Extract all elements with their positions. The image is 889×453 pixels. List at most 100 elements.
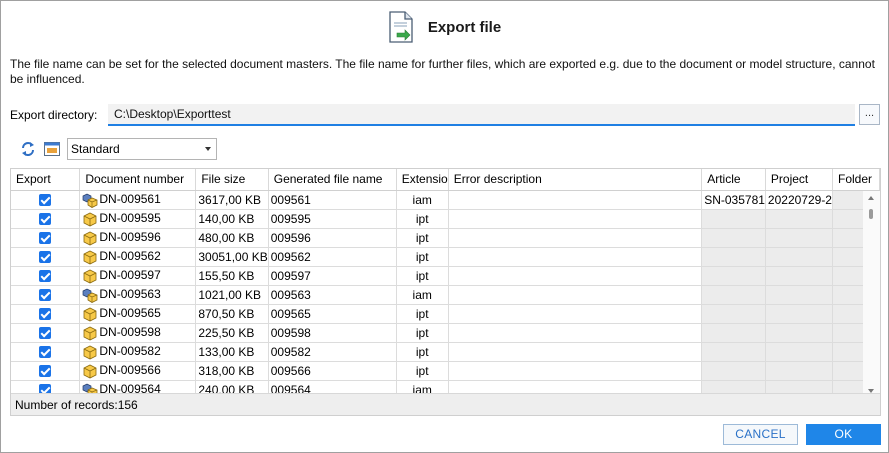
col-header-article[interactable]: Article (701, 169, 766, 191)
file-size-cell: 140,00 KB (195, 209, 269, 229)
extension-cell: ipt (396, 323, 449, 343)
table-row[interactable]: DN-009565 870,50 KB 009565 ipt (11, 304, 880, 324)
error-description-cell (448, 342, 703, 362)
col-header-extension[interactable]: Extensio (396, 169, 449, 191)
table-row[interactable]: DN-009596 480,00 KB 009596 ipt (11, 228, 880, 248)
part-icon (82, 268, 98, 284)
scroll-up-icon[interactable] (868, 196, 874, 200)
table-row[interactable]: DN-009562 30051,00 KB 009562 ipt (11, 247, 880, 267)
view-dropdown[interactable]: Standard (67, 138, 217, 160)
generated-file-name-cell[interactable]: 009597 (268, 266, 397, 286)
dialog-title: Export file (427, 18, 502, 36)
generated-file-name-cell[interactable]: 009595 (268, 209, 397, 229)
article-cell (701, 209, 766, 229)
export-checkbox-cell[interactable] (11, 304, 81, 324)
export-checkbox-cell[interactable] (11, 228, 81, 248)
export-directory-input[interactable] (108, 104, 855, 126)
col-header-document-number[interactable]: Document number (79, 169, 197, 191)
export-checkbox[interactable] (39, 232, 52, 245)
document-number-cell: DN-009562 (79, 247, 197, 267)
export-checkbox-cell[interactable] (11, 342, 81, 362)
export-file-dialog: Export file The file name can be set for… (0, 0, 889, 453)
col-header-error-description[interactable]: Error description (448, 169, 703, 191)
generated-file-name-cell[interactable]: 009565 (268, 304, 397, 324)
project-cell (765, 361, 833, 381)
export-checkbox[interactable] (39, 213, 52, 226)
error-description-cell (448, 209, 703, 229)
records-label: Number of records: (15, 398, 118, 412)
document-number-cell: DN-009565 (79, 304, 197, 324)
export-checkbox[interactable] (39, 251, 52, 264)
part-icon (82, 306, 98, 322)
export-checkbox[interactable] (39, 346, 52, 359)
dialog-description: The file name can be set for the selecte… (10, 57, 875, 86)
table-row[interactable]: DN-009582 133,00 KB 009582 ipt (11, 342, 880, 362)
generated-file-name-cell[interactable]: 009562 (268, 247, 397, 267)
table-row[interactable]: DN-009563 1021,00 KB 009563 iam (11, 285, 880, 305)
extension-cell: ipt (396, 342, 449, 362)
export-checkbox[interactable] (39, 327, 52, 340)
col-header-project[interactable]: Project (765, 169, 833, 191)
export-checkbox-cell[interactable] (11, 323, 81, 343)
dialog-header: Export file (1, 9, 888, 45)
export-checkbox[interactable] (39, 365, 52, 378)
project-cell: 20220729-2 (765, 190, 833, 210)
view-settings-icon[interactable] (43, 140, 61, 158)
export-checkbox[interactable] (39, 194, 52, 207)
generated-file-name-cell[interactable]: 009566 (268, 361, 397, 381)
col-header-generated-file-name[interactable]: Generated file name (268, 169, 397, 191)
file-size-cell: 480,00 KB (195, 228, 269, 248)
generated-file-name-cell[interactable]: 009596 (268, 228, 397, 248)
table-row[interactable]: DN-009597 155,50 KB 009597 ipt (11, 266, 880, 286)
browse-button[interactable]: ... (859, 104, 880, 125)
table-row[interactable]: DN-009566 318,00 KB 009566 ipt (11, 361, 880, 381)
export-checkbox-cell[interactable] (11, 361, 81, 381)
project-cell (765, 209, 833, 229)
grid-toolbar: Standard (19, 138, 217, 160)
article-cell (701, 285, 766, 305)
file-size-cell: 3617,00 KB (195, 190, 269, 210)
generated-file-name-cell[interactable]: 009563 (268, 285, 397, 305)
col-header-export[interactable]: Export (11, 169, 81, 191)
cancel-button[interactable]: CANCEL (723, 424, 798, 445)
export-checkbox-cell[interactable] (11, 209, 81, 229)
extension-cell: ipt (396, 247, 449, 267)
extension-cell: ipt (396, 228, 449, 248)
table-row[interactable]: DN-009595 140,00 KB 009595 ipt (11, 209, 880, 229)
export-checkbox[interactable] (39, 270, 52, 283)
chevron-down-icon (205, 147, 211, 151)
export-checkbox-cell[interactable] (11, 190, 81, 210)
col-header-file-size[interactable]: File size (195, 169, 269, 191)
generated-file-name-cell[interactable]: 009582 (268, 342, 397, 362)
generated-file-name-cell[interactable]: 009561 (268, 190, 397, 210)
file-size-cell: 1021,00 KB (195, 285, 269, 305)
vertical-scrollbar[interactable] (863, 191, 880, 415)
export-checkbox[interactable] (39, 289, 52, 302)
ok-button[interactable]: OK (806, 424, 881, 445)
table-row[interactable]: DN-009561 3617,00 KB 009561 iam SN-035781 202… (11, 190, 880, 210)
extension-cell: ipt (396, 361, 449, 381)
col-header-folder[interactable]: Folder (832, 169, 880, 191)
extension-cell: iam (396, 190, 449, 210)
export-checkbox-cell[interactable] (11, 266, 81, 286)
error-description-cell (448, 323, 703, 343)
extension-cell: ipt (396, 304, 449, 324)
project-cell (765, 285, 833, 305)
article-cell (701, 266, 766, 286)
refresh-arrows-icon[interactable] (19, 140, 37, 158)
project-cell (765, 323, 833, 343)
export-checkbox-cell[interactable] (11, 285, 81, 305)
project-cell (765, 342, 833, 362)
table-row[interactable]: DN-009598 225,50 KB 009598 ipt (11, 323, 880, 343)
export-checkbox-cell[interactable] (11, 247, 81, 267)
project-cell (765, 266, 833, 286)
scrollbar-thumb[interactable] (869, 209, 873, 219)
article-cell: SN-035781 (701, 190, 766, 210)
extension-cell: ipt (396, 266, 449, 286)
file-size-cell: 133,00 KB (195, 342, 269, 362)
error-description-cell (448, 266, 703, 286)
extension-cell: ipt (396, 209, 449, 229)
error-description-cell (448, 285, 703, 305)
export-checkbox[interactable] (39, 308, 52, 321)
generated-file-name-cell[interactable]: 009598 (268, 323, 397, 343)
